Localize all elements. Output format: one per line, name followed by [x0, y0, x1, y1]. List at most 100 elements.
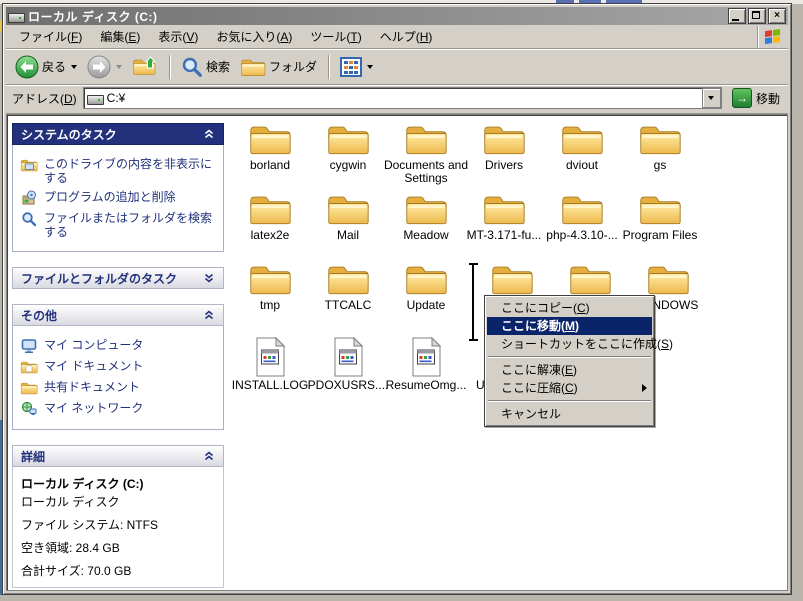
title-bar[interactable]: ローカル ディスク (C:) ×	[6, 7, 788, 25]
explorer-window: ローカル ディスク (C:) × ファイル(F) 編集(E) 表示(V) お気に…	[2, 3, 792, 595]
link-shared-documents[interactable]: 共有ドキュメント	[20, 380, 216, 396]
close-button[interactable]: ×	[768, 8, 786, 24]
up-button[interactable]	[129, 53, 161, 81]
go-label: 移動	[756, 90, 780, 107]
menu-view[interactable]: 表示(V)	[149, 25, 207, 48]
details-free-space: 空き領域: 28.4 GB	[21, 539, 215, 556]
folder-icon	[482, 191, 526, 227]
folder-item[interactable]	[469, 261, 555, 297]
menu-help[interactable]: ヘルプ(H)	[371, 25, 442, 48]
folder-icon	[646, 261, 690, 297]
other-places-header[interactable]: その他	[12, 304, 224, 326]
toolbar-separator	[169, 55, 170, 79]
link-my-network[interactable]: マイ ネットワーク	[20, 401, 216, 417]
file-item[interactable]: ResumeOmg...	[383, 337, 469, 392]
folder-view: システムのタスク このドライブの内容を非表示にする	[6, 114, 788, 591]
folders-icon	[240, 56, 266, 78]
folder-icon	[326, 191, 370, 227]
file-item[interactable]: PDOXUSRS....	[305, 337, 391, 392]
back-icon	[15, 55, 39, 79]
menu-create-shortcut-here[interactable]: ショートカットをここに作成(S)	[487, 335, 652, 353]
search-button[interactable]: 検索	[178, 54, 233, 80]
minimize-button[interactable]	[728, 8, 746, 24]
details-total-size: 合計サイズ: 70.0 GB	[21, 562, 215, 579]
folder-item[interactable]	[547, 261, 633, 297]
search-icon	[181, 56, 203, 78]
folder-icon	[638, 121, 682, 157]
folder-item[interactable]: dviout	[539, 121, 625, 172]
go-button[interactable]: → 移動	[728, 87, 784, 109]
folder-item[interactable]: borland	[227, 121, 313, 172]
address-label: アドレス(D)	[12, 90, 77, 107]
folder-item[interactable]: Update	[383, 261, 469, 312]
windows-logo	[757, 26, 788, 48]
chevron-up-icon[interactable]	[203, 309, 215, 321]
folder-item[interactable]: Meadow	[383, 191, 469, 242]
address-combobox[interactable]: C:¥	[83, 87, 722, 109]
drive-icon	[8, 11, 24, 22]
views-dropdown-caret[interactable]	[367, 65, 373, 69]
address-value: C:¥	[107, 91, 126, 105]
folder-icon	[404, 191, 448, 227]
folder-item[interactable]: tmp	[227, 261, 313, 312]
task-hide-drive-contents[interactable]: このドライブの内容を非表示にする	[20, 157, 216, 185]
hide-drive-contents-icon	[20, 157, 38, 173]
menu-copy-here[interactable]: ここにコピー(C)	[487, 299, 652, 317]
folder-item[interactable]: TTCALC	[305, 261, 391, 312]
back-label: 戻る	[42, 58, 66, 75]
go-icon: →	[732, 88, 752, 108]
menu-extract-here[interactable]: ここに解凍(E)	[487, 361, 652, 379]
menu-file[interactable]: ファイル(F)	[10, 25, 91, 48]
forward-button[interactable]	[84, 53, 125, 81]
address-bar: アドレス(D) C:¥ → 移動	[6, 85, 788, 114]
folder-item[interactable]: Program Files	[617, 191, 703, 242]
folder-item[interactable]: cygwin	[305, 121, 391, 172]
chevron-down-icon[interactable]	[203, 272, 215, 284]
link-my-computer[interactable]: マイ コンピュータ	[20, 338, 216, 354]
folder-item[interactable]: latex2e	[227, 191, 313, 242]
folder-icon	[568, 261, 612, 297]
other-places-body: マイ コンピュータ マイ ドキュメント 共有ドキュメント	[12, 326, 224, 430]
folder-item[interactable]: MT-3.171-fu...	[461, 191, 547, 242]
folder-icon	[560, 191, 604, 227]
link-my-documents[interactable]: マイ ドキュメント	[20, 359, 216, 375]
file-folder-tasks-header[interactable]: ファイルとフォルダのタスク	[12, 267, 224, 289]
menu-separator	[488, 400, 651, 402]
section-file-folder-tasks: ファイルとフォルダのタスク	[12, 267, 224, 289]
folder-item[interactable]: php-4.3.10-...	[539, 191, 625, 242]
folder-icon	[326, 261, 370, 297]
chevron-up-icon[interactable]	[203, 450, 215, 462]
menu-tools[interactable]: ツール(T)	[301, 25, 370, 48]
menu-compress-here[interactable]: ここに圧縮(C)	[487, 379, 652, 397]
file-icon	[253, 337, 287, 377]
system-tasks-header[interactable]: システムのタスク	[12, 123, 224, 145]
toolbar-separator	[328, 55, 329, 79]
back-button[interactable]: 戻る	[12, 53, 80, 81]
folder-icon	[248, 121, 292, 157]
back-dropdown-caret[interactable]	[71, 65, 77, 69]
maximize-button[interactable]	[748, 8, 766, 24]
menu-cancel[interactable]: キャンセル	[487, 405, 652, 423]
task-add-remove-programs[interactable]: プログラムの追加と削除	[20, 190, 216, 206]
forward-dropdown-caret[interactable]	[116, 65, 122, 69]
up-folder-icon	[132, 55, 158, 79]
folders-button[interactable]: フォルダ	[237, 54, 320, 80]
folder-icon	[560, 121, 604, 157]
folder-item[interactable]: Drivers	[461, 121, 547, 172]
chevron-up-icon[interactable]	[203, 128, 215, 140]
folder-item[interactable]: Mail	[305, 191, 391, 242]
folder-item[interactable]: Documents and Settings	[383, 121, 469, 185]
views-icon	[340, 57, 362, 77]
folder-item[interactable]: gs	[617, 121, 703, 172]
window-title: ローカル ディスク (C:)	[28, 8, 726, 25]
file-item[interactable]: INSTALL.LOG	[227, 337, 313, 392]
search-label: 検索	[206, 58, 230, 75]
address-dropdown-button[interactable]	[702, 88, 721, 108]
menu-favorites[interactable]: お気に入り(A)	[207, 25, 301, 48]
views-button[interactable]	[337, 55, 376, 79]
menu-edit[interactable]: 編集(E)	[91, 25, 149, 48]
menu-move-here[interactable]: ここに移動(M)	[487, 317, 652, 335]
address-drive-icon	[87, 93, 103, 104]
task-search-files[interactable]: ファイルまたはフォルダを検索する	[20, 211, 216, 239]
details-header[interactable]: 詳細	[12, 445, 224, 467]
